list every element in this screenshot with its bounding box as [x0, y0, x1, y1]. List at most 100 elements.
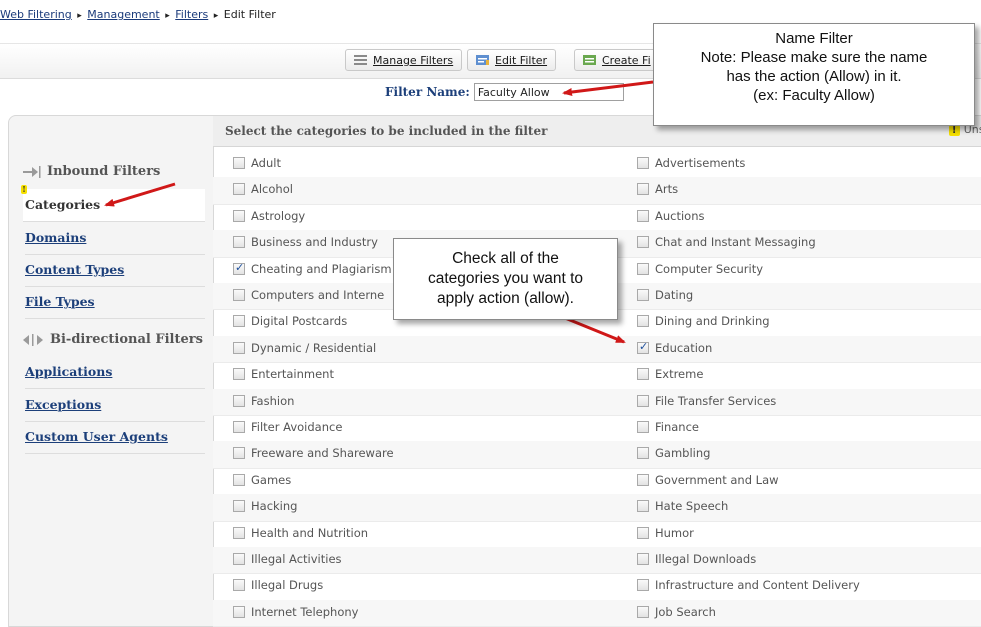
bidirectional-icon: [23, 333, 43, 346]
category-option[interactable]: Gambling: [637, 446, 710, 460]
category-checkbox[interactable]: [637, 236, 649, 249]
category-checkbox[interactable]: [637, 209, 649, 222]
category-checkbox[interactable]: [233, 394, 245, 407]
category-option[interactable]: Government and Law: [637, 473, 779, 487]
sidebar-item-categories[interactable]: ! Categories: [21, 185, 205, 222]
category-row: Internet Telephony Job Search: [213, 599, 981, 627]
category-option[interactable]: Arts: [637, 182, 678, 196]
category-option[interactable]: Extreme: [637, 367, 703, 381]
category-row: Dynamic / Residential Education: [213, 335, 981, 364]
category-checkbox[interactable]: [233, 183, 245, 196]
category-option[interactable]: Entertainment: [233, 367, 334, 381]
category-option[interactable]: Humor: [637, 526, 694, 540]
sidebar-item-domains[interactable]: Domains: [25, 222, 205, 255]
category-checkbox[interactable]: [233, 209, 245, 222]
category-checkbox[interactable]: [233, 315, 245, 328]
category-checkbox[interactable]: [233, 236, 245, 249]
category-checkbox[interactable]: [233, 261, 245, 275]
category-option[interactable]: Fashion: [233, 394, 294, 408]
category-option[interactable]: Filter Avoidance: [233, 420, 342, 434]
category-checkbox[interactable]: [233, 500, 245, 513]
category-checkbox[interactable]: [233, 157, 245, 169]
category-option[interactable]: Business and Industry: [233, 235, 378, 249]
breadcrumb-filters[interactable]: Filters: [175, 8, 208, 21]
category-option[interactable]: Alcohol: [233, 182, 293, 196]
category-option[interactable]: Illegal Drugs: [233, 578, 323, 592]
category-label: Gambling: [655, 446, 711, 461]
category-checkbox[interactable]: [233, 447, 245, 460]
category-option[interactable]: Dating: [637, 288, 693, 302]
category-option[interactable]: Hate Speech: [637, 499, 728, 513]
sidebar-item-custom-user-agents[interactable]: Custom User Agents: [25, 421, 205, 454]
category-checkbox[interactable]: [637, 526, 649, 539]
category-option[interactable]: File Transfer Services: [637, 394, 776, 408]
category-checkbox[interactable]: [637, 500, 649, 513]
category-checkbox[interactable]: [637, 579, 649, 592]
category-option[interactable]: Dynamic / Residential: [233, 341, 376, 355]
category-option[interactable]: Hacking: [233, 499, 297, 513]
breadcrumb-management[interactable]: Management: [87, 8, 159, 21]
category-option[interactable]: Health and Nutrition: [233, 526, 368, 540]
category-checkbox[interactable]: [637, 340, 649, 354]
category-option[interactable]: Education: [637, 340, 712, 355]
category-label: Hacking: [251, 499, 298, 514]
category-checkbox[interactable]: [637, 553, 649, 565]
inbound-filters-header: Inbound Filters: [23, 164, 160, 179]
category-option[interactable]: Job Search: [637, 605, 716, 619]
category-option[interactable]: Dining and Drinking: [637, 314, 770, 328]
category-checkbox[interactable]: [233, 605, 245, 618]
category-option[interactable]: Illegal Downloads: [637, 552, 756, 566]
category-option[interactable]: Computer Security: [637, 262, 763, 276]
category-checkbox[interactable]: [637, 183, 649, 196]
category-option[interactable]: Freeware and Shareware: [233, 446, 394, 460]
category-option[interactable]: Internet Telephony: [233, 605, 358, 619]
category-checkbox[interactable]: [637, 368, 649, 381]
edit-filter-button[interactable]: Edit Filter: [467, 49, 557, 71]
sidebar-item-exceptions[interactable]: Exceptions: [25, 389, 205, 422]
category-checkbox[interactable]: [637, 421, 649, 433]
category-option[interactable]: Illegal Activities: [233, 552, 342, 566]
category-checkbox[interactable]: [233, 553, 245, 565]
sidebar-item-file-types[interactable]: File Types: [25, 286, 205, 319]
sidebar-item-applications[interactable]: Applications: [25, 356, 205, 389]
category-option[interactable]: Computers and Interne: [233, 288, 384, 302]
callout-line: Note: Please make sure the name: [700, 49, 928, 66]
category-checkbox[interactable]: [637, 315, 649, 328]
category-checkbox[interactable]: [233, 289, 245, 301]
category-option[interactable]: Digital Postcards: [233, 314, 347, 328]
category-checkbox[interactable]: [233, 421, 245, 433]
manage-filters-button[interactable]: Manage Filters: [345, 49, 463, 71]
sidebar-item-content-types[interactable]: Content Types: [25, 254, 205, 287]
category-checkbox[interactable]: [637, 157, 649, 169]
category-option[interactable]: Games: [233, 473, 291, 487]
category-option[interactable]: Adult: [233, 156, 281, 170]
category-option[interactable]: Cheating and Plagiarism: [233, 261, 392, 276]
category-option[interactable]: Finance: [637, 420, 699, 434]
category-checkbox[interactable]: [233, 526, 245, 539]
category-checkbox[interactable]: [233, 473, 245, 486]
category-checkbox[interactable]: [637, 605, 649, 618]
category-option[interactable]: Astrology: [233, 209, 305, 223]
category-label: Freeware and Shareware: [251, 446, 394, 461]
breadcrumb-web-filtering[interactable]: Web Filtering: [0, 8, 72, 21]
category-checkbox[interactable]: [637, 289, 649, 301]
category-option[interactable]: Infrastructure and Content Delivery: [637, 578, 860, 592]
categories-panel-title: Select the categories to be included in …: [225, 124, 548, 138]
category-label: File Transfer Services: [655, 393, 777, 408]
filter-name-input[interactable]: [473, 83, 624, 101]
category-checkbox[interactable]: [233, 341, 245, 354]
category-checkbox[interactable]: [637, 447, 649, 460]
category-checkbox[interactable]: [233, 579, 245, 592]
category-label: Health and Nutrition: [251, 525, 369, 540]
category-option[interactable]: Advertisements: [637, 156, 745, 170]
category-checkbox[interactable]: [637, 394, 649, 407]
breadcrumb-separator: ▸: [165, 11, 170, 21]
category-label: Advertisements: [655, 156, 746, 170]
category-checkbox[interactable]: [233, 368, 245, 381]
category-option[interactable]: Auctions: [637, 209, 705, 223]
category-checkbox[interactable]: [637, 473, 649, 486]
create-filter-button[interactable]: Create Fi: [574, 49, 664, 71]
category-checkbox[interactable]: [637, 262, 649, 275]
edit-filter-label: Edit Filter: [495, 53, 548, 67]
category-option[interactable]: Chat and Instant Messaging: [637, 235, 816, 249]
